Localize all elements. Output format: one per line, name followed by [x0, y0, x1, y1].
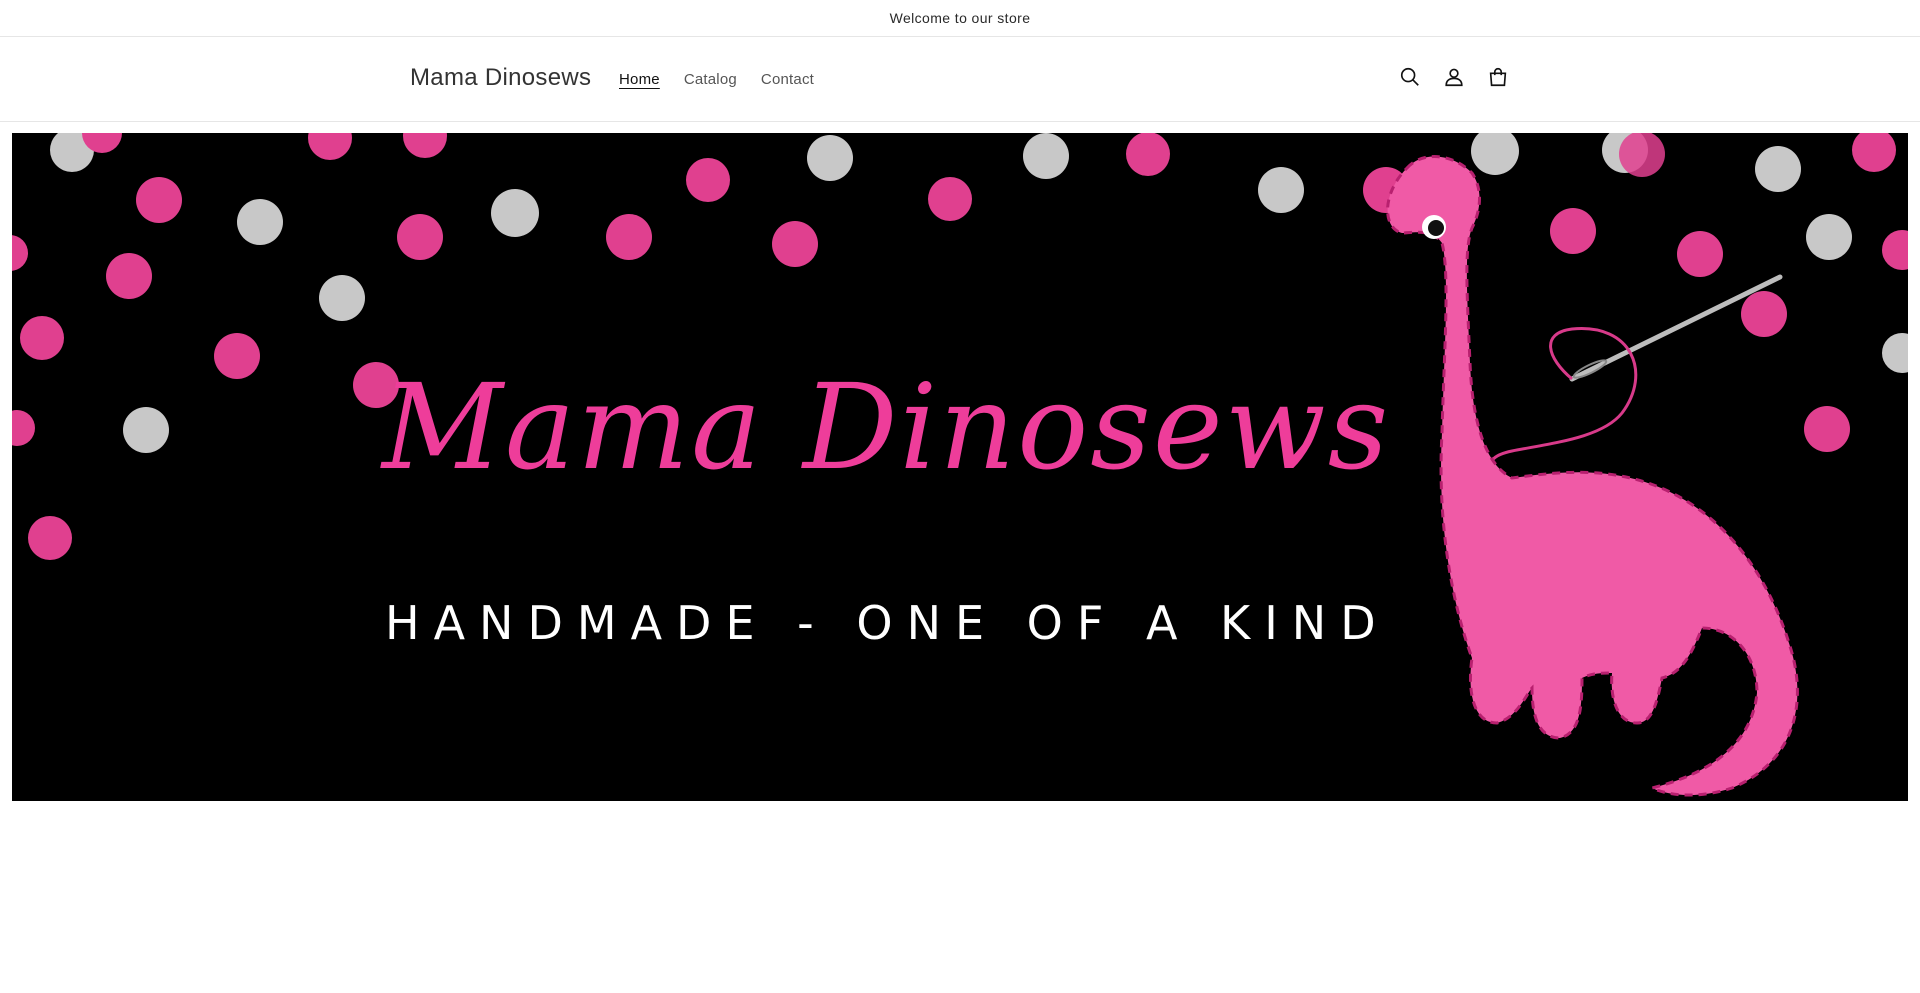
dinosaur-illustration [1386, 155, 1799, 797]
needle-and-thread [1488, 274, 1783, 474]
nav-home[interactable]: Home [619, 71, 660, 88]
nav-catalog[interactable]: Catalog [684, 71, 737, 88]
announcement-bar: Welcome to our store [0, 0, 1920, 37]
main-nav: Home Catalog Contact [619, 71, 814, 88]
store-logo[interactable]: Mama Dinosews [410, 64, 591, 92]
search-icon[interactable] [1396, 63, 1424, 91]
hero-title: Mama Dinosews [382, 358, 1391, 496]
hero-tagline: HANDMADE - ONE OF A KIND [385, 596, 1390, 650]
cart-icon[interactable] [1484, 63, 1512, 91]
account-icon[interactable] [1440, 63, 1468, 91]
announcement-text: Welcome to our store [889, 10, 1031, 26]
header-icons [1396, 63, 1512, 91]
site-header: Mama Dinosews Home Catalog Contact [0, 37, 1920, 122]
nav-contact[interactable]: Contact [761, 71, 814, 88]
hero-banner: Mama Dinosews HANDMADE - ONE OF A KIND [12, 133, 1908, 801]
